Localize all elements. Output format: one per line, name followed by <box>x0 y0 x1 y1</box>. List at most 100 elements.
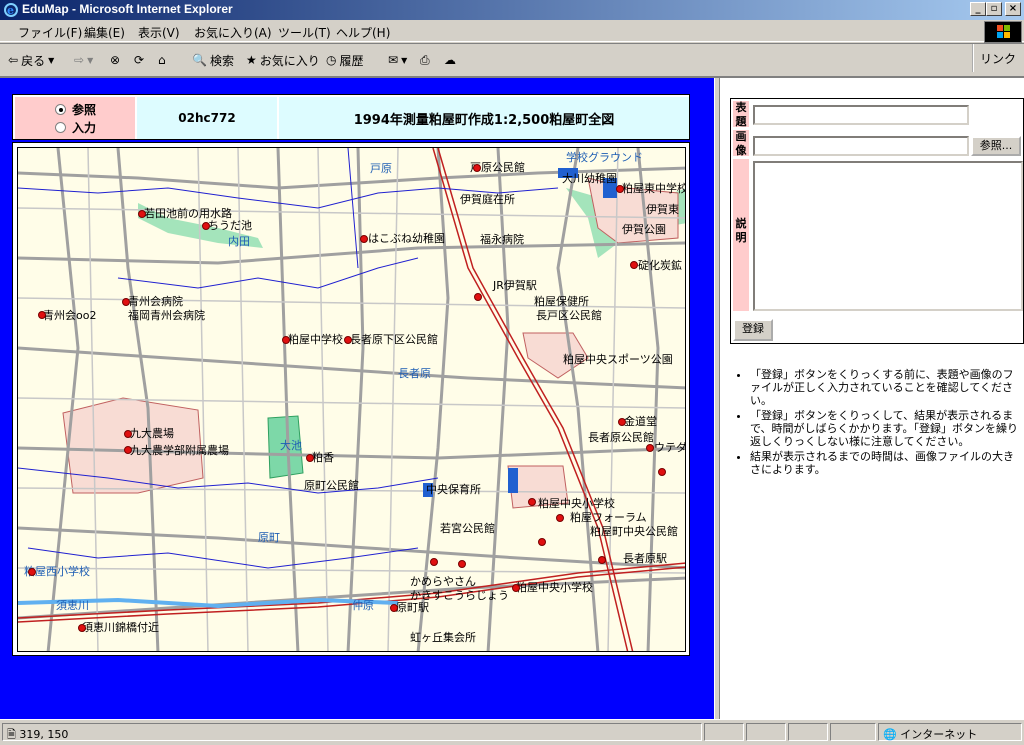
map-label: 青州会oo2 <box>43 309 97 322</box>
browse-button[interactable]: 参照... <box>971 136 1021 156</box>
map-pin[interactable] <box>538 538 546 546</box>
map-label: 福永病院 <box>480 233 524 246</box>
title-input[interactable] <box>753 105 969 125</box>
map-pin[interactable] <box>38 311 46 319</box>
image-file-input[interactable] <box>753 136 969 156</box>
instruction-item: 「登録」ボタンをくりっくして、結果が表示されるまで、時間がしばらくかかります。「… <box>750 409 1020 448</box>
search-button[interactable]: 🔍 検索 <box>192 51 234 69</box>
map-pin[interactable] <box>122 298 130 306</box>
map-label: 原町 <box>258 531 280 544</box>
map-pin[interactable] <box>630 261 638 269</box>
stop-button[interactable]: ⊗ <box>110 51 120 69</box>
map-pin[interactable] <box>202 222 210 230</box>
mode-selector: 参照 入力 <box>15 97 135 139</box>
map-pin[interactable] <box>556 514 564 522</box>
close-button[interactable]: × <box>1005 2 1021 16</box>
map-pin[interactable] <box>658 468 666 476</box>
description-textarea[interactable] <box>753 161 1023 311</box>
radio-view[interactable]: 参照 <box>55 101 96 118</box>
map-label: 若宮公民館 <box>440 522 495 535</box>
status-pane <box>788 723 828 741</box>
status-pane <box>830 723 876 741</box>
upload-form: 表題 画像 参照... 説明 登録 <box>730 98 1024 344</box>
map-graphics <box>18 148 685 651</box>
map-label: ちうだ池 <box>208 219 252 232</box>
map-pin[interactable] <box>616 185 624 193</box>
map-label: 伊賀東 <box>646 203 679 216</box>
map-label: 大川幼稚園 <box>562 172 617 185</box>
map-label: 粕屋東中学校 <box>622 182 686 195</box>
map-label: 福岡青州会病院 <box>128 309 205 322</box>
globe-icon: 🌐 <box>883 728 897 741</box>
menu-help[interactable]: ヘルプ(H) <box>336 24 390 41</box>
mail-icon: ✉ <box>388 53 399 67</box>
map-label: 長者原公民館 <box>588 431 654 444</box>
map-pin[interactable] <box>390 604 398 612</box>
map-pin[interactable] <box>458 560 466 568</box>
page-icon: 🗎 <box>7 728 16 741</box>
discuss-button[interactable]: ☁ <box>444 51 456 69</box>
radio-input[interactable]: 入力 <box>55 119 96 136</box>
back-button[interactable]: ⇦ 戻る ▼ <box>8 51 54 69</box>
stop-icon: ⊗ <box>110 53 121 67</box>
menu-tools[interactable]: ツール(T) <box>278 24 331 41</box>
map-pin[interactable] <box>528 498 536 506</box>
map-label: はこぶね幼稚園 <box>368 232 445 245</box>
menu-favorites[interactable]: お気に入り(A) <box>194 24 272 41</box>
dropdown-arrow-icon: ▼ <box>48 55 55 65</box>
mail-button[interactable]: ✉ ▼ <box>388 51 407 69</box>
menu-file[interactable]: ファイル(F) <box>18 24 82 41</box>
map-pin[interactable] <box>124 446 132 454</box>
map-label: 碇化炭鉱 <box>638 259 682 272</box>
map-pin[interactable] <box>138 210 146 218</box>
map-pin[interactable] <box>473 164 481 172</box>
map-pin[interactable] <box>430 558 438 566</box>
map-container: 戸原 戸原公民館 大川幼稚園 粕屋東中学校 伊賀公園 伊賀庭在所 碇化炭鉱 若田… <box>12 142 690 656</box>
map-pin[interactable] <box>282 336 290 344</box>
map-label: 中央保育所 <box>426 483 481 496</box>
radio-view-button[interactable] <box>55 104 66 115</box>
map-label: 虹ヶ丘集会所 <box>410 631 476 644</box>
map-label: 金道堂 <box>624 415 657 428</box>
map-pin[interactable] <box>598 556 606 564</box>
map-pin[interactable] <box>28 568 36 576</box>
map-pin[interactable] <box>360 235 368 243</box>
map-pin[interactable] <box>646 444 654 452</box>
map-label: JR伊賀駅 <box>493 279 537 292</box>
home-button[interactable]: ⌂ <box>158 51 166 69</box>
map-label: 九大農学部附属農場 <box>130 444 229 457</box>
image-label: 画像 <box>733 130 749 157</box>
map-label: 粕屋フォーラム <box>570 511 647 524</box>
map-pin[interactable] <box>618 418 626 426</box>
map-pin[interactable] <box>474 293 482 301</box>
map-label: 長者原 <box>398 367 431 380</box>
home-icon: ⌂ <box>158 53 166 67</box>
maximize-button[interactable]: ▫ <box>986 2 1002 16</box>
map-pin[interactable] <box>306 454 314 462</box>
print-button[interactable]: ⎙ <box>420 51 430 69</box>
map-pin[interactable] <box>78 624 86 632</box>
radio-input-button[interactable] <box>55 122 66 133</box>
print-icon: ⎙ <box>420 52 430 67</box>
menu-view[interactable]: 表示(V) <box>138 24 180 41</box>
history-icon: ◷ <box>326 53 337 67</box>
forward-button[interactable]: ⇨ ▼ <box>74 51 93 69</box>
map-image[interactable]: 戸原 戸原公民館 大川幼稚園 粕屋東中学校 伊賀公園 伊賀庭在所 碇化炭鉱 若田… <box>17 147 686 652</box>
back-arrow-icon: ⇦ <box>8 53 19 67</box>
map-pin[interactable] <box>512 584 520 592</box>
refresh-button[interactable]: ⟳ <box>134 51 144 69</box>
submit-button[interactable]: 登録 <box>733 319 773 341</box>
record-title: 1994年測量粕屋町作成1:2,500粕屋町全図 <box>279 97 689 139</box>
favorites-button[interactable]: ★ お気に入り <box>246 51 320 69</box>
browser-window: e EduMap - Microsoft Internet Explorer _… <box>0 0 1024 743</box>
map-pin[interactable] <box>344 336 352 344</box>
minimize-button[interactable]: _ <box>970 2 986 16</box>
instructions-list: 「登録」ボタンをくりっくする前に、表題や画像のファイルが正しく入力されていること… <box>750 368 1020 478</box>
map-label: 仲原 <box>352 599 374 612</box>
instruction-item: 「登録」ボタンをくりっくする前に、表題や画像のファイルが正しく入力されていること… <box>750 368 1020 407</box>
links-bar[interactable]: リンク <box>972 44 1024 72</box>
map-label: 九大農場 <box>130 427 174 440</box>
map-pin[interactable] <box>124 430 132 438</box>
menu-edit[interactable]: 編集(E) <box>84 24 125 41</box>
history-button[interactable]: ◷ 履歴 <box>326 51 364 69</box>
